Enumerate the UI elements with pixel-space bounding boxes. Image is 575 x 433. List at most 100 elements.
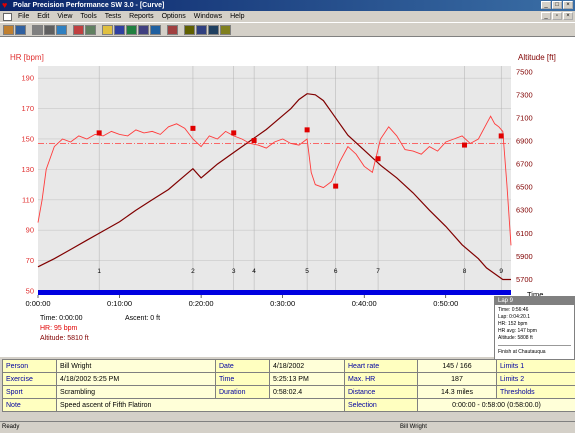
weekly-icon[interactable] (220, 25, 231, 35)
status-bar: Ready Bill Wright (0, 421, 575, 433)
menu-reports[interactable]: Reports (125, 12, 158, 22)
duration-value: 0:58:02.4 (270, 386, 345, 399)
lap-marker (462, 143, 467, 148)
preview-icon[interactable] (44, 25, 55, 35)
heart-rate-label[interactable]: Heart rate (345, 360, 418, 373)
time-tick-label: 0:10:00 (107, 299, 132, 308)
lap-number: 5 (305, 268, 309, 275)
menu-view[interactable]: View (53, 12, 76, 22)
exercise-label[interactable]: Exercise (3, 373, 57, 386)
group-stats-icon[interactable] (196, 25, 207, 35)
lap-band (38, 290, 511, 295)
person-label[interactable]: Person (3, 360, 57, 373)
curve-chart[interactable]: 5070901101301501701905700590061006300650… (0, 37, 575, 357)
calendar-icon[interactable] (73, 25, 84, 35)
chart-icon[interactable] (114, 25, 125, 35)
folder-icon[interactable] (102, 25, 113, 35)
altitude-tick-label: 7300 (516, 90, 533, 99)
cursor-hr: HR: 95 bpm (40, 325, 78, 332)
menu-help[interactable]: Help (226, 12, 248, 22)
status-user: Bill Wright (400, 422, 427, 432)
max-hr-value: 187 (418, 373, 497, 386)
column-chart-icon[interactable] (138, 25, 149, 35)
toolbar (0, 22, 575, 37)
open-icon[interactable] (3, 25, 14, 35)
time-tick-label: 0:40:00 (352, 299, 377, 308)
heart-icon: ♥ (2, 1, 10, 9)
lap-number: 8 (463, 268, 467, 275)
note-label[interactable]: Note (3, 399, 57, 412)
menu-file[interactable]: File (14, 12, 33, 22)
document-icon[interactable] (3, 13, 12, 21)
hr-tick-label: 150 (21, 134, 34, 143)
date-label[interactable]: Date (216, 360, 270, 373)
menu-edit[interactable]: Edit (33, 12, 53, 22)
person-icon[interactable] (167, 25, 178, 35)
bar-chart-icon[interactable] (126, 25, 137, 35)
time-tick-label: 0:00:00 (25, 299, 50, 308)
doc-minimize-button[interactable]: _ (541, 12, 551, 20)
lap-number: 2 (191, 268, 195, 275)
distance-label[interactable]: Distance (345, 386, 418, 399)
duration-label[interactable]: Duration (216, 386, 270, 399)
doc-restore-button[interactable]: ▫ (552, 12, 562, 20)
heart-rate-value: 145 / 166 (418, 360, 497, 373)
exercise-value: 4/18/2002 5:25 PM (57, 373, 216, 386)
lap-tooltip-line: HR avg: 147 bpm (498, 328, 571, 335)
menu-bar: File Edit View Tools Tests Reports Optio… (0, 11, 575, 22)
settings-icon[interactable] (85, 25, 96, 35)
lap-number: 3 (232, 268, 236, 275)
lap-marker (97, 130, 102, 135)
zoom-icon[interactable] (150, 25, 161, 35)
lap-number: 1 (97, 268, 101, 275)
globe-icon[interactable] (56, 25, 67, 35)
lap-marker (376, 156, 381, 161)
group-icon[interactable] (184, 25, 195, 35)
time-tick-label: 0:50:00 (433, 299, 458, 308)
menu-tests[interactable]: Tests (101, 12, 125, 22)
lap-tooltip-note: Finish at Chautauqua (498, 349, 571, 356)
menu-tools[interactable]: Tools (76, 12, 100, 22)
limits1-label[interactable]: Limits 1 (497, 360, 575, 373)
menu-windows[interactable]: Windows (190, 12, 226, 22)
save-icon[interactable] (15, 25, 26, 35)
hr-axis-title: HR [bpm] (10, 53, 44, 62)
print-icon[interactable] (32, 25, 43, 35)
distance-value: 14.3 miles (418, 386, 497, 399)
sport-label[interactable]: Sport (3, 386, 57, 399)
altitude-tick-label: 6300 (516, 206, 533, 215)
lap-marker (305, 127, 310, 132)
hr-tick-label: 70 (26, 256, 34, 265)
lap-number: 4 (252, 268, 256, 275)
doc-close-button[interactable]: × (563, 12, 573, 20)
lap-tooltip-line: HR: 152 bpm (498, 321, 571, 328)
lap-marker (252, 138, 257, 143)
time-tick-label: 0:30:00 (270, 299, 295, 308)
hr-tick-label: 130 (21, 165, 34, 174)
max-hr-label[interactable]: Max. HR (345, 373, 418, 386)
selection-value: 0:00:00 - 0:58:00 (0:58:00.0) (418, 399, 575, 412)
lap-marker (333, 184, 338, 189)
minimize-button[interactable]: _ (541, 1, 551, 9)
altitude-tick-label: 7500 (516, 67, 533, 76)
menu-options[interactable]: Options (158, 12, 190, 22)
time-tick-label: 0:20:00 (189, 299, 214, 308)
curve-chart-svg: 5070901101301501701905700590061006300650… (0, 37, 575, 357)
altitude-tick-label: 6900 (516, 137, 533, 146)
altitude-tick-label: 5700 (516, 275, 533, 284)
lap-tooltip-line: Time: 0:56:46 (498, 307, 571, 314)
time-label[interactable]: Time (216, 373, 270, 386)
altitude-axis-title: Altitude [ft] (518, 53, 556, 62)
selection-label[interactable]: Selection (345, 399, 418, 412)
limits2-label[interactable]: Limits 2 (497, 373, 575, 386)
lap-marker (190, 126, 195, 131)
hr-tick-label: 110 (22, 195, 34, 204)
team-icon[interactable] (208, 25, 219, 35)
lap-tooltip-line: Altitude: 5808 ft (498, 335, 571, 342)
person-value: Bill Wright (57, 360, 216, 373)
maximize-button[interactable]: □ (552, 1, 562, 9)
thresholds-label[interactable]: Thresholds (497, 386, 575, 399)
close-button[interactable]: × (563, 1, 573, 9)
lap-tooltip-title: Lap 9 (495, 297, 574, 305)
hr-tick-label: 170 (21, 104, 34, 113)
